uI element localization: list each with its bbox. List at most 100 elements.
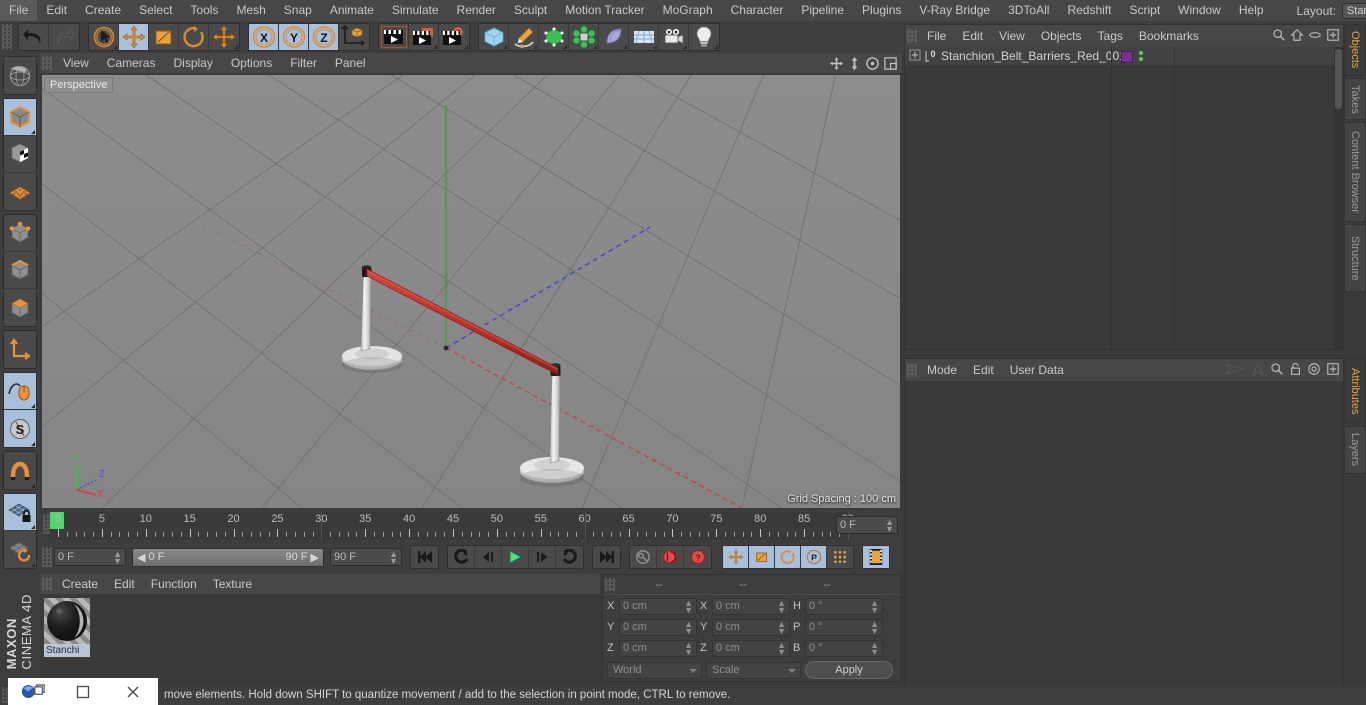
dock-tab-structure[interactable]: Structure [1344,224,1366,292]
go-to-start-button[interactable] [411,546,438,568]
viewport-solo-button[interactable] [4,373,36,410]
expand-icon[interactable] [1326,28,1340,45]
add-deformer-button[interactable] [599,24,629,50]
viewport-menu-view[interactable]: View [54,56,98,70]
position-y-field[interactable]: 0 cm ▲ ▼ [619,618,697,636]
material-menu-create[interactable]: Create [54,577,106,591]
attributes-menu-user-data[interactable]: User Data [1002,363,1072,377]
position-key-button[interactable] [723,546,749,568]
size-z-field[interactable]: 0 cm ▲ ▼ [712,639,790,657]
rotation-p-field[interactable]: 0 ° ▲ ▼ [805,618,883,636]
object-menu-tags[interactable]: Tags [1090,29,1131,43]
spinner-icon[interactable]: ▲ ▼ [870,640,879,656]
ellipse-icon[interactable] [1308,28,1322,45]
material-menu-edit[interactable]: Edit [106,577,143,591]
dock-tab-attributes[interactable]: Attributes [1344,358,1366,424]
menu-file[interactable]: File [0,0,38,21]
go-to-next-frame-button[interactable] [529,546,556,568]
undo-view-button[interactable] [4,57,36,94]
menu-plugins[interactable]: Plugins [853,0,910,21]
object-menu-bookmarks[interactable]: Bookmarks [1131,29,1207,43]
texture-mode-button[interactable] [4,136,36,173]
forward-icon[interactable] [1251,361,1265,379]
transform-mode-dropdown[interactable]: Scale [706,661,801,679]
object-menu-file[interactable]: File [919,29,954,43]
spinner-icon[interactable]: ▲ ▼ [113,550,122,566]
spinner-icon[interactable]: ▲ ▼ [777,640,786,656]
parameter-key-button[interactable]: P [801,546,827,568]
current-frame-field[interactable]: 0 F ▲ ▼ [836,516,898,534]
render-settings-button[interactable] [439,24,469,50]
object-axis-mode-button[interactable] [4,331,36,368]
spinner-icon[interactable]: ▲ ▼ [777,619,786,635]
attributes-grip[interactable] [907,363,917,377]
spinner-icon[interactable]: ▲ ▼ [885,518,894,534]
material-menu-function[interactable]: Function [143,577,205,591]
go-to-next-key-button[interactable] [556,546,583,568]
add-scene-object-button[interactable] [629,24,659,50]
edges-mode-button[interactable] [4,252,36,289]
spinner-icon[interactable]: ▲ ▼ [684,598,693,614]
coordinates-grip[interactable] [605,578,615,591]
toolbar-grip[interactable] [2,24,12,50]
dock-tab-content-browser[interactable]: Content Browser [1344,122,1366,222]
back-icon[interactable] [1224,362,1246,379]
object-menu-objects[interactable]: Objects [1033,29,1090,43]
coordinate-system-button[interactable] [339,24,369,50]
expand-toggle-icon[interactable] [909,49,921,64]
add-mograph-button[interactable] [569,24,599,50]
menu-edit[interactable]: Edit [37,0,76,21]
search-icon[interactable] [1270,362,1284,379]
size-y-field[interactable]: 0 cm ▲ ▼ [712,618,790,636]
lock-icon[interactable] [1289,362,1302,379]
target-icon[interactable] [1307,362,1321,379]
rotation-key-button[interactable] [775,546,801,568]
axis-x-button[interactable]: X [249,24,279,50]
material-item[interactable]: Stanchi [44,598,90,657]
position-z-field[interactable]: 0 cm ▲ ▼ [619,639,697,657]
viewport-menu-filter[interactable]: Filter [281,56,326,70]
object-tree[interactable]: 0 Stanchion_Belt_Barriers_Red_001 [905,47,1343,349]
render-to-picture-viewer-button[interactable] [409,24,439,50]
add-light-button[interactable] [689,24,719,50]
keyframe-preview-button[interactable] [863,546,889,568]
cinema4d-icon[interactable] [8,678,58,705]
redo-button[interactable] [49,24,79,50]
timeline-range-slider[interactable]: ◀ 0 F 90 F ▶ [132,547,324,567]
range-left-arrow-icon[interactable]: ◀ [137,551,145,564]
layout-dropdown[interactable]: Startup [1341,2,1366,19]
spinner-icon[interactable]: ▲ ▼ [777,598,786,614]
keyframe-selection-button[interactable]: ? [684,546,711,568]
end-frame-field[interactable]: 90 F ▲ ▼ [330,548,402,566]
menu-select[interactable]: Select [130,0,181,21]
menu-simulate[interactable]: Simulate [383,0,448,21]
attributes-content[interactable] [905,381,1343,704]
visibility-dots-icon[interactable] [1139,51,1143,63]
expand-icon[interactable] [1326,362,1340,379]
menu-create[interactable]: Create [76,0,130,21]
menu-script[interactable]: Script [1120,0,1169,21]
dock-tab-layers[interactable]: Layers [1344,426,1366,474]
object-menu-view[interactable]: View [991,29,1033,43]
live-selection-button[interactable] [89,24,119,50]
viewport-grip[interactable] [42,56,52,70]
add-camera-button[interactable] [659,24,689,50]
coordinate-system-dropdown[interactable]: World [607,661,702,679]
rotation-h-field[interactable]: 0 ° ▲ ▼ [805,597,883,615]
enable-axis-modification-button[interactable]: S [4,410,36,447]
add-cube-object-button[interactable] [479,24,509,50]
search-icon[interactable] [1272,28,1286,45]
menu-window[interactable]: Window [1169,0,1230,21]
material-menu-texture[interactable]: Texture [205,577,260,591]
range-right-arrow-icon[interactable]: ▶ [311,551,319,564]
spinner-icon[interactable]: ▲ ▼ [870,619,879,635]
attributes-menu-edit[interactable]: Edit [965,363,1002,377]
scale-key-button[interactable] [749,546,775,568]
material-preview[interactable] [44,598,90,644]
apply-button[interactable]: Apply [805,661,893,679]
menu-motion-tracker[interactable]: Motion Tracker [556,0,653,21]
pla-key-button[interactable] [827,546,853,568]
position-x-field[interactable]: 0 cm ▲ ▼ [619,597,697,615]
menu-3dtoall[interactable]: 3DToAll [999,0,1058,21]
start-frame-field[interactable]: 0 F ▲ ▼ [54,548,126,566]
